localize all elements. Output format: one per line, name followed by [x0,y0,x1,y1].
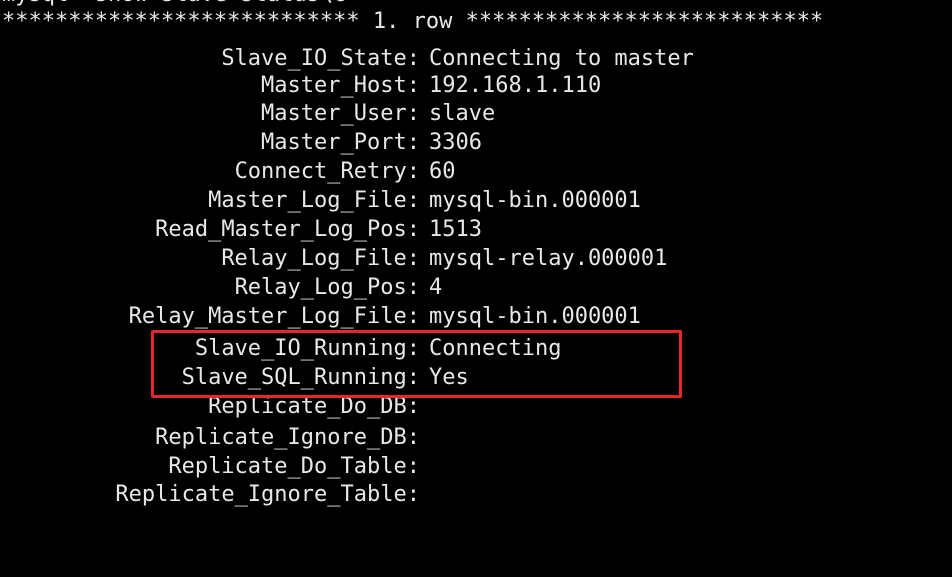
field-value: mysql-bin.000001 [429,304,641,329]
highlight-box [151,330,682,398]
field-row-replicate-ignore-table: Replicate_Ignore_Table: [0,478,952,511]
field-row-relay-master-log-file: Relay_Master_Log_File: mysql-bin.000001 [0,300,952,333]
field-key: Relay_Master_Log_File: [128,304,420,329]
row-header: *************************** 1. row *****… [2,9,824,34]
terminal-window[interactable]: mysql> show slave status\G *************… [0,0,952,507]
field-key: Replicate_Ignore_Table: [115,482,420,507]
